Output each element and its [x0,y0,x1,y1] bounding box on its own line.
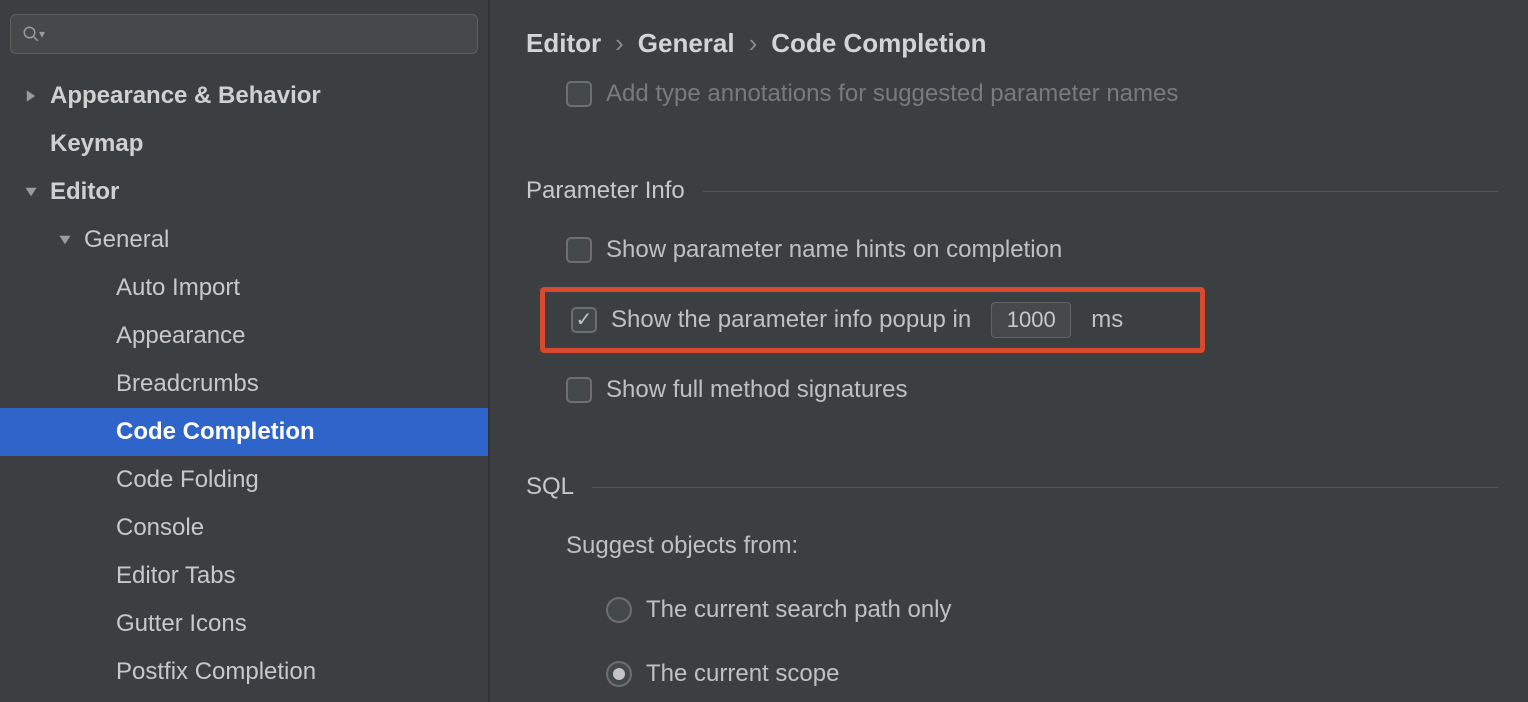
sidebar-item-label: Console [116,514,204,542]
sidebar-item-code-completion[interactable]: Code Completion [0,408,488,456]
chevron-right-icon: › [749,28,758,59]
sidebar-item-label: Appearance & Behavior [50,82,321,110]
checkbox[interactable] [571,307,597,333]
section-sql: SQL [526,473,1498,501]
checkbox[interactable] [566,377,592,403]
sidebar-item-label: Postfix Completion [116,658,316,686]
radio-button[interactable] [606,661,632,687]
search-icon [21,24,41,44]
chevron-right-icon [18,83,44,109]
option-show-full-signatures[interactable]: Show full method signatures [526,367,1498,413]
highlighted-option: Show the parameter info popup in ms [540,287,1205,353]
option-show-param-info-popup[interactable]: Show the parameter info popup in ms [551,302,1123,338]
option-label: Show full method signatures [606,376,908,404]
radio-button[interactable] [606,597,632,623]
option-label: Show parameter name hints on completion [606,236,1062,264]
option-label: The current search path only [646,596,952,624]
sidebar-item-label: Appearance [116,322,245,350]
breadcrumb-item[interactable]: Editor [526,28,601,59]
option-label: Show the parameter info popup in [611,306,971,334]
section-label: SQL [526,473,574,501]
option-label: Add type annotations for suggested param… [606,81,1178,108]
sidebar-item-console[interactable]: Console [0,504,488,552]
suggest-objects-label: Suggest objects from: [526,523,1498,569]
chevron-down-icon: ▾ [39,27,45,41]
option-label: Suggest objects from: [566,532,798,560]
sidebar-item-general[interactable]: General [0,216,488,264]
settings-body: Add type annotations for suggested param… [490,81,1528,702]
option-label-suffix: ms [1091,306,1123,334]
checkbox[interactable] [566,237,592,263]
option-label: The current scope [646,660,839,688]
sidebar-item-code-folding[interactable]: Code Folding [0,456,488,504]
checkbox[interactable] [566,81,592,107]
radio-current-search-path[interactable]: The current search path only [526,587,1498,633]
option-add-type-annotations[interactable]: Add type annotations for suggested param… [526,81,1498,117]
divider [592,487,1498,488]
sidebar-item-postfix-completion[interactable]: Postfix Completion [0,648,488,696]
search-input[interactable] [51,21,467,47]
sidebar-item-gutter-icons[interactable]: Gutter Icons [0,600,488,648]
settings-content: Editor › General › Code Completion Add t… [490,0,1528,702]
section-label: Parameter Info [526,177,685,205]
sidebar-item-label: Keymap [50,130,143,158]
section-parameter-info: Parameter Info [526,177,1498,205]
sidebar-item-editor-tabs[interactable]: Editor Tabs [0,552,488,600]
divider [703,191,1498,192]
settings-search[interactable]: ▾ [10,14,478,54]
breadcrumb: Editor › General › Code Completion [490,0,1528,81]
sidebar-item-appearance[interactable]: Appearance [0,312,488,360]
settings-tree: Appearance & Behavior Keymap Editor Gene… [0,72,488,702]
chevron-down-icon [52,227,78,253]
sidebar-item-breadcrumbs[interactable]: Breadcrumbs [0,360,488,408]
sidebar-item-appearance-behavior[interactable]: Appearance & Behavior [0,72,488,120]
chevron-down-icon [18,179,44,205]
sidebar-item-auto-import[interactable]: Auto Import [0,264,488,312]
settings-sidebar: ▾ Appearance & Behavior Keymap Editor Ge… [0,0,490,702]
sidebar-item-label: Code Folding [116,466,259,494]
chevron-right-icon: › [615,28,624,59]
sidebar-item-label: Auto Import [116,274,240,302]
radio-current-scope[interactable]: The current scope [526,651,1498,697]
sidebar-item-label: Gutter Icons [116,610,247,638]
sidebar-item-label: Editor Tabs [116,562,236,590]
option-show-param-name-hints[interactable]: Show parameter name hints on completion [526,227,1498,273]
breadcrumb-item[interactable]: General [638,28,735,59]
sidebar-item-keymap[interactable]: Keymap [0,120,488,168]
sidebar-item-label: Code Completion [116,418,315,446]
param-info-delay-input[interactable] [991,302,1071,338]
sidebar-item-label: Editor [50,178,119,206]
sidebar-item-label: General [84,226,169,254]
breadcrumb-item[interactable]: Code Completion [771,28,986,59]
sidebar-item-label: Breadcrumbs [116,370,259,398]
sidebar-item-editor[interactable]: Editor [0,168,488,216]
